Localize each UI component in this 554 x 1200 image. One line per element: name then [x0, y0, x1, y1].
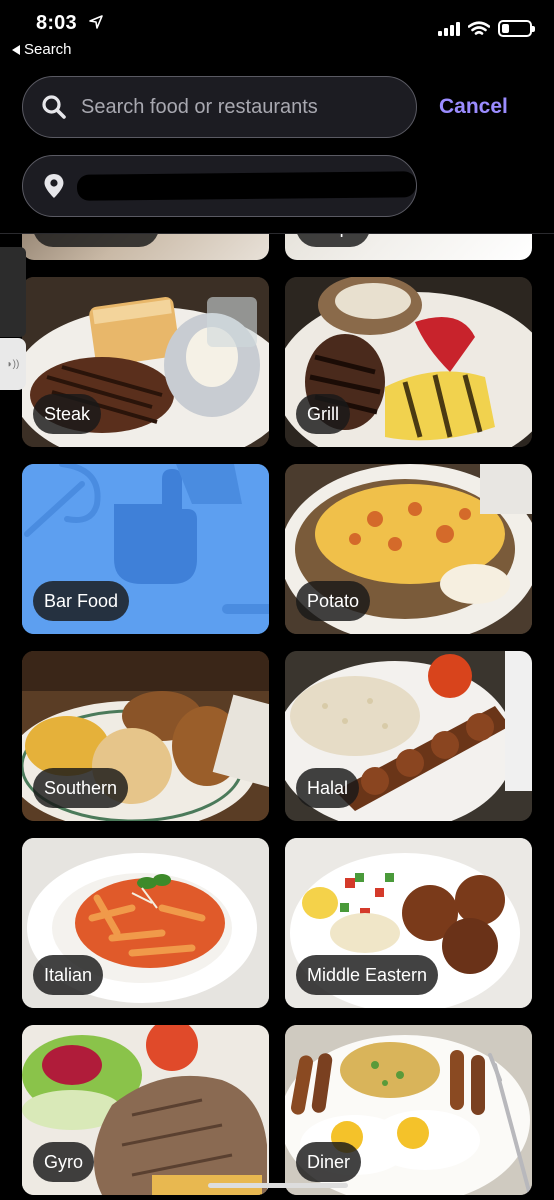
accessibility-tab[interactable]: ◗)) — [0, 338, 26, 390]
category-label: Middle Eastern — [296, 955, 439, 995]
back-triangle-icon — [12, 44, 20, 55]
category-tile-italian[interactable]: Italian — [22, 838, 269, 1008]
location-pin-icon — [44, 174, 64, 198]
back-to-app-label: Search — [24, 41, 72, 58]
location-arrow-icon — [89, 15, 103, 29]
category-tile-grill[interactable]: Grill — [285, 277, 532, 447]
category-tile-steak[interactable]: Steak — [22, 277, 269, 447]
cancel-button[interactable]: Cancel — [439, 95, 508, 119]
category-label: Halal — [296, 768, 360, 808]
category-tile-bar-food[interactable]: Bar Food — [22, 464, 269, 634]
category-grid: Asian Fusion Wraps Steak — [0, 234, 554, 1200]
category-label: Steak — [33, 394, 102, 434]
category-label: Asian Fusion — [33, 234, 160, 247]
status-time: 8:03 — [36, 12, 77, 34]
category-tile-halal[interactable]: Halal — [285, 651, 532, 821]
status-bar: 8:03 Search — [0, 0, 554, 66]
side-drawer-tab[interactable] — [0, 247, 26, 337]
category-tile-wraps[interactable]: Wraps — [285, 234, 532, 260]
category-label: Bar Food — [33, 581, 130, 621]
category-tile-potato[interactable]: Potato — [285, 464, 532, 634]
category-tile-diner[interactable]: Diner — [285, 1025, 532, 1195]
address-redacted — [76, 171, 416, 201]
category-label: Diner — [296, 1142, 362, 1182]
status-icons — [438, 20, 535, 37]
category-label: Wraps — [296, 234, 370, 247]
category-tile-gyro[interactable]: Gyro — [22, 1025, 269, 1195]
category-label: Gyro — [33, 1142, 95, 1182]
search-input[interactable] — [81, 95, 381, 119]
category-label: Italian — [33, 955, 104, 995]
home-indicator — [208, 1183, 348, 1188]
address-field[interactable] — [22, 155, 417, 217]
speaker-icon: ◗)) — [6, 358, 20, 370]
battery-icon — [498, 20, 535, 37]
category-tile-southern[interactable]: Southern — [22, 651, 269, 821]
category-tile-middle-eastern[interactable]: Middle Eastern — [285, 838, 532, 1008]
back-to-app-button[interactable]: Search — [12, 41, 72, 58]
wifi-icon — [468, 20, 490, 35]
category-label: Southern — [33, 768, 129, 808]
category-label: Potato — [296, 581, 371, 621]
search-icon — [42, 95, 66, 119]
cellular-signal-icon — [438, 21, 460, 36]
category-tile-asian-fusion[interactable]: Asian Fusion — [22, 234, 269, 260]
category-label: Grill — [296, 394, 350, 434]
search-bar[interactable] — [22, 76, 417, 138]
